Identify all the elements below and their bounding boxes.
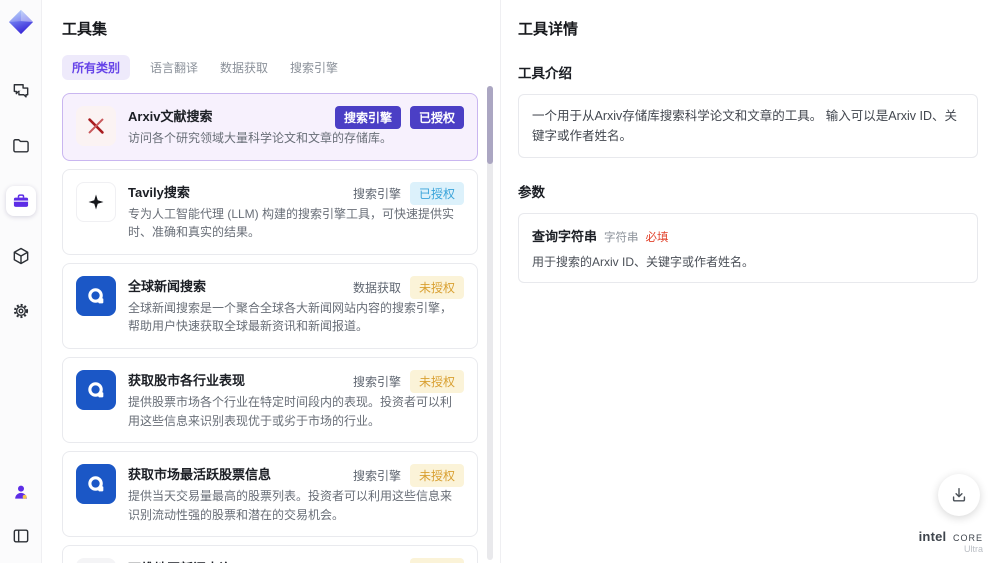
list-scrollbar-thumb[interactable] xyxy=(487,86,493,164)
collapse-sidebar-button[interactable] xyxy=(6,521,36,551)
app-logo xyxy=(7,8,35,36)
tab-data-acquisition[interactable]: 数据获取 xyxy=(218,55,270,80)
gear-icon xyxy=(11,301,31,321)
tab-all-categories[interactable]: 所有类别 xyxy=(62,55,131,80)
download-button[interactable] xyxy=(938,474,980,516)
cube-icon xyxy=(11,246,31,266)
tool-list-panel: 工具集 所有类别 语言翻译 数据获取 搜索引擎 Arxiv文献搜索 访问各个研究… xyxy=(42,0,500,563)
star-icon xyxy=(76,181,116,222)
tool-card-active-stocks[interactable]: 获取市场最活跃股票信息 提供当天交易量最高的股票列表。投资者可以利用这些信息来识… xyxy=(62,451,478,538)
auth-status-badge: 未授权 xyxy=(409,558,464,563)
param-description: 用于搜索的Arxiv ID、关键字或作者姓名。 xyxy=(532,255,755,269)
category-badge: 搜索引擎 xyxy=(334,106,401,129)
list-scrollbar-track[interactable] xyxy=(487,86,493,560)
arxiv-logo-icon xyxy=(76,106,116,146)
tool-card-global-news[interactable]: 全球新闻搜索 全球新闻搜索是一个聚合全球各大新闻网站内容的搜索引擎，帮助用户快速… xyxy=(62,262,478,349)
sidebar-item-tools[interactable] xyxy=(5,186,36,216)
auth-status-badge: 未授权 xyxy=(409,275,464,299)
tool-card-regional-news[interactable]: 万维地区新闻查询 查询具体行政区划内的新闻，快速了解各地新闻动态 搜索引擎 未授… xyxy=(62,545,478,563)
param-required-flag: 必填 xyxy=(645,232,669,244)
tool-description: 提供股票市场各个行业在特定时间段内的表现。投资者可以利用这些信息来识别表现优于或… xyxy=(128,394,453,428)
intel-wordmark: intel xyxy=(918,528,947,544)
params-section-title: 参数 xyxy=(518,185,545,200)
sidebar-item-chat[interactable] xyxy=(6,76,36,106)
param-name: 查询字符串 xyxy=(532,229,598,244)
tool-description: 访问各个研究领域大量科学论文和文章的存储库。 xyxy=(128,131,393,145)
tool-detail-panel: 工具详情 工具介绍 一个用于从Arxiv存储库搜索科学论文和文章的工具。 输入可… xyxy=(500,0,1000,563)
user-avatar-icon xyxy=(11,482,31,502)
intro-text-box: 一个用于从Arxiv存储库搜索科学论文和文章的工具。 输入可以是Arxiv ID… xyxy=(518,94,978,158)
sidebar-item-settings[interactable] xyxy=(6,296,36,326)
tool-description: 全球新闻搜索是一个聚合全球各大新闻网站内容的搜索引擎，帮助用户快速获取全球最新资… xyxy=(128,300,453,334)
ultra-wordmark: Ultra xyxy=(963,544,983,555)
auth-status-badge: 已授权 xyxy=(409,106,464,129)
blue-search-icon xyxy=(76,275,116,316)
newspaper-icon xyxy=(76,558,116,563)
folder-icon xyxy=(11,136,31,156)
tool-card-arxiv[interactable]: Arxiv文献搜索 访问各个研究领域大量科学论文和文章的存储库。 搜索引擎 已授… xyxy=(62,93,478,161)
tab-search-engine[interactable]: 搜索引擎 xyxy=(288,55,340,80)
download-icon xyxy=(949,485,969,505)
intro-text: 一个用于从Arxiv存储库搜索科学论文和文章的工具。 输入可以是Arxiv ID… xyxy=(532,109,958,143)
intro-section-title: 工具介绍 xyxy=(518,66,572,81)
left-sidebar xyxy=(0,0,42,563)
chat-icon xyxy=(11,81,31,101)
parameter-item: 查询字符串 字符串 必填 用于搜索的Arxiv ID、关键字或作者姓名。 xyxy=(518,213,978,283)
category-label: 搜索引擎 xyxy=(352,469,401,484)
blue-search-icon xyxy=(76,369,116,410)
detail-title: 工具详情 xyxy=(518,21,579,38)
category-label: 数据获取 xyxy=(352,280,401,295)
tool-card-tavily[interactable]: Tavily搜索 专为人工智能代理 (LLM) 构建的搜索引擎工具，可快速提供实… xyxy=(62,168,478,255)
tool-list: Arxiv文献搜索 访问各个研究领域大量科学论文和文章的存储库。 搜索引擎 已授… xyxy=(62,93,478,563)
page-title: 工具集 xyxy=(62,21,108,38)
user-profile-button[interactable] xyxy=(6,477,36,507)
tab-translation[interactable]: 语言翻译 xyxy=(148,55,200,80)
blue-search-icon xyxy=(76,464,116,505)
tool-card-stock-sectors[interactable]: 获取股市各行业表现 提供股票市场各个行业在特定时间段内的表现。投资者可以利用这些… xyxy=(62,356,478,444)
category-label: 搜索引擎 xyxy=(352,186,401,201)
core-wordmark: core xyxy=(952,528,983,544)
category-label: 搜索引擎 xyxy=(352,374,401,389)
toolbox-icon xyxy=(11,191,31,211)
sidebar-nav xyxy=(5,76,36,326)
auth-status-badge: 未授权 xyxy=(409,464,464,488)
sidebar-item-files[interactable] xyxy=(6,131,36,161)
auth-status-badge: 已授权 xyxy=(409,181,464,205)
category-tabs: 所有类别 语言翻译 数据获取 搜索引擎 xyxy=(62,55,500,80)
tool-description: 专为人工智能代理 (LLM) 构建的搜索引擎工具，可快速提供实时、准确和真实的结… xyxy=(128,206,455,240)
tool-description: 提供当天交易量最高的股票列表。投资者可以利用这些信息来识别流动性强的股票和潜在的… xyxy=(128,489,453,522)
sidebar-item-plugins[interactable] xyxy=(6,241,36,271)
intel-core-logo: intel core Ultra xyxy=(918,528,983,555)
param-type: 字符串 xyxy=(604,232,639,244)
auth-status-badge: 未授权 xyxy=(409,369,464,393)
collapse-panel-icon xyxy=(11,526,31,546)
